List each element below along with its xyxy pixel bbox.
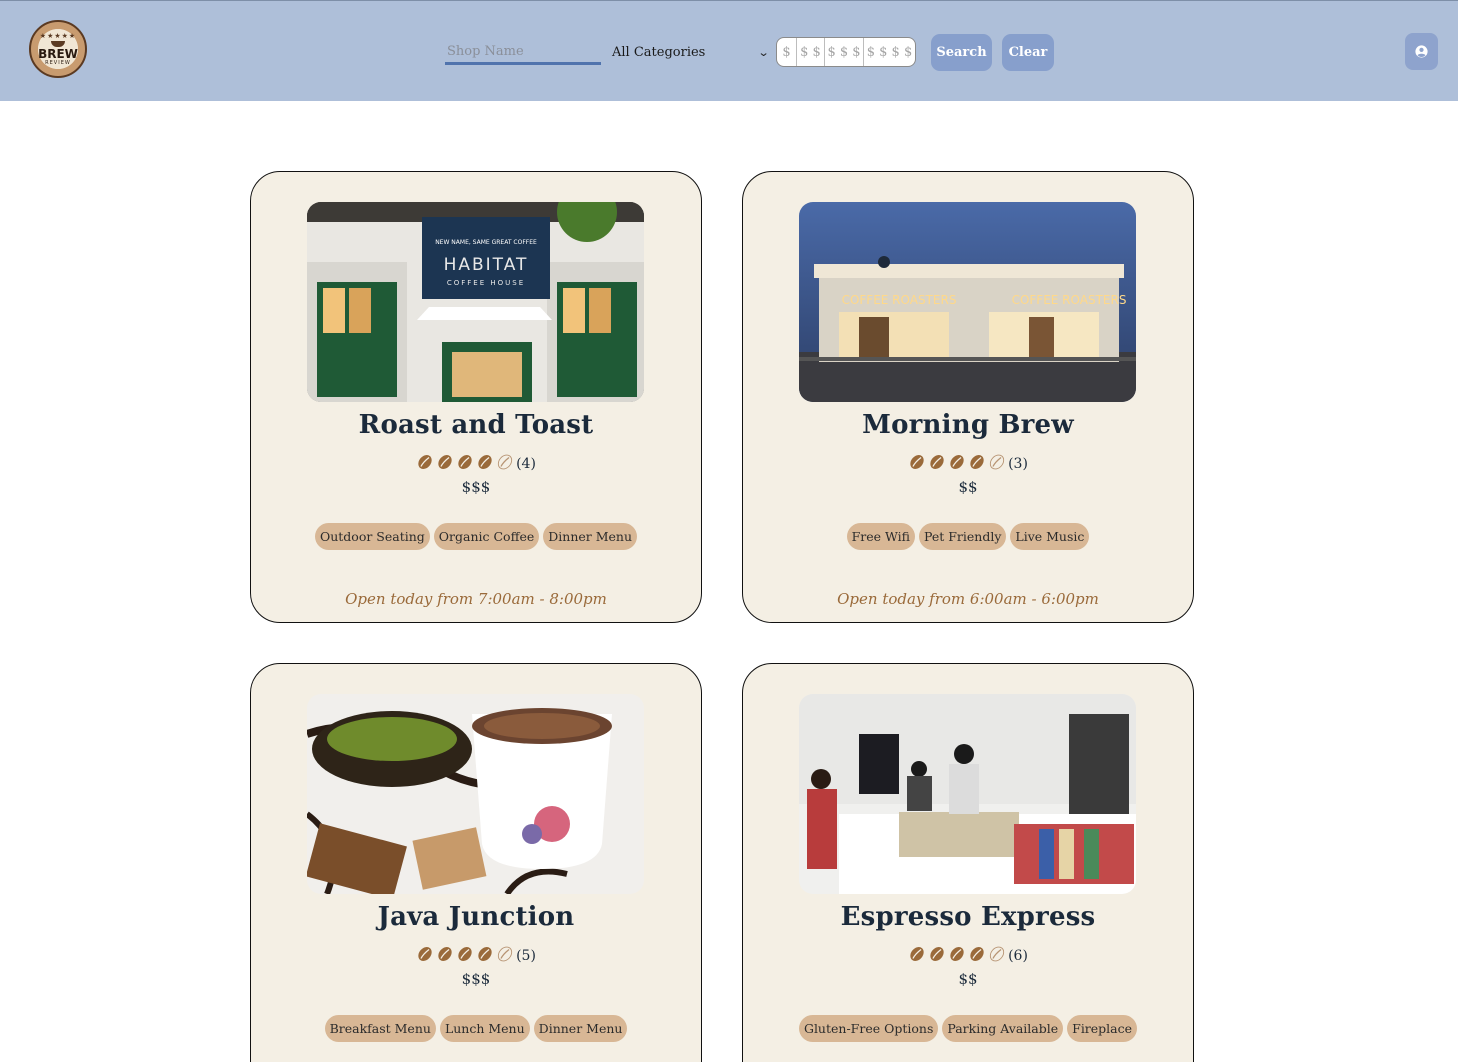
svg-text:COFFEE ROASTERS: COFFEE ROASTERS — [842, 293, 957, 307]
shop-photo: COFFEE ROASTERS COFFEE ROASTERS — [799, 202, 1136, 402]
shop-photo: NEW NAME, SAME GREAT COFFEE HABITAT COFF… — [307, 202, 644, 402]
price-level: $$ — [958, 970, 978, 988]
shop-card[interactable]: COFFEE ROASTERS COFFEE ROASTERS Morning … — [742, 171, 1194, 623]
shop-card[interactable]: Java Junction (5) $$$ Breakfast Menu Lun… — [250, 663, 702, 1062]
price-filter-4[interactable]: $ $ $ $ — [864, 38, 915, 66]
coffee-bean-filled-icon — [438, 455, 452, 469]
amenity-tag: Free Wifi — [846, 523, 915, 550]
coffee-bean-filled-icon — [930, 455, 944, 469]
coffee-bean-filled-icon — [950, 455, 964, 469]
coffee-bean-filled-icon — [418, 455, 432, 469]
shop-name-search-input[interactable] — [445, 40, 601, 65]
amenity-tags: Free Wifi Pet Friendly Live Music — [743, 523, 1193, 550]
price-filter-3[interactable]: $ $ $ — [825, 38, 864, 66]
svg-text:HABITAT: HABITAT — [444, 255, 529, 275]
review-count: (3) — [1008, 456, 1028, 472]
coffee-bean-filled-icon — [930, 947, 944, 961]
review-count: (4) — [516, 456, 536, 472]
shop-card[interactable]: NEW NAME, SAME GREAT COFFEE HABITAT COFF… — [250, 171, 702, 623]
shop-name[interactable]: Espresso Express — [743, 902, 1193, 932]
coffee-bean-empty-icon — [497, 454, 513, 470]
amenity-tag: Organic Coffee — [433, 523, 540, 550]
price-filter-group: $ $ $ $ $ $ $ $ $ $ — [776, 37, 916, 67]
coffee-bean-filled-icon — [910, 947, 924, 961]
review-count: (6) — [1008, 948, 1028, 964]
category-select[interactable]: All Categories ⌄ — [609, 39, 771, 65]
coffee-bean-empty-icon — [989, 946, 1005, 962]
amenity-tags: Breakfast Menu Lunch Menu Dinner Menu — [251, 1015, 701, 1042]
bean-rating: (3) — [743, 452, 1193, 472]
coffee-bean-filled-icon — [910, 455, 924, 469]
amenity-tag: Parking Available — [942, 1015, 1064, 1042]
amenity-tag: Fireplace — [1067, 1015, 1138, 1042]
amenity-tag: Gluten-Free Options — [798, 1015, 939, 1042]
coffee-bean-filled-icon — [478, 455, 492, 469]
coffee-bean-filled-icon — [970, 455, 984, 469]
coffee-bean-filled-icon — [458, 455, 472, 469]
amenity-tag: Dinner Menu — [533, 1015, 628, 1042]
search-button[interactable]: Search — [931, 34, 992, 71]
logo-subtext: REVIEW — [45, 59, 71, 66]
svg-text:COFFEE HOUSE: COFFEE HOUSE — [447, 279, 525, 287]
amenity-tag: Lunch Menu — [439, 1015, 530, 1042]
user-profile-button[interactable] — [1405, 33, 1438, 70]
bean-rating: (4) — [251, 452, 701, 472]
coffee-bean-filled-icon — [418, 947, 432, 961]
amenity-tag: Outdoor Seating — [314, 523, 430, 550]
brew-review-logo[interactable]: ★★★★★ BREW REVIEW — [29, 20, 87, 78]
amenity-tag: Breakfast Menu — [324, 1015, 436, 1042]
shop-card[interactable]: Espresso Express (6) $$ Gluten-Free Opti… — [742, 663, 1194, 1062]
price-level: $$ — [958, 478, 978, 496]
amenity-tags: Outdoor Seating Organic Coffee Dinner Me… — [251, 523, 701, 550]
shop-name[interactable]: Java Junction — [251, 902, 701, 932]
category-select-value: All Categories — [612, 44, 706, 60]
amenity-tag: Pet Friendly — [918, 523, 1007, 550]
price-level: $$$ — [461, 970, 491, 988]
chevron-down-icon: ⌄ — [757, 45, 770, 59]
coffee-bean-filled-icon — [970, 947, 984, 961]
shop-photo — [307, 694, 644, 894]
coffee-bean-filled-icon — [478, 947, 492, 961]
price-level: $$$ — [461, 478, 491, 496]
price-filter-1[interactable]: $ — [777, 38, 797, 66]
shop-name[interactable]: Morning Brew — [743, 410, 1193, 440]
amenity-tags: Gluten-Free Options Parking Available Fi… — [743, 1015, 1193, 1042]
coffee-bean-filled-icon — [458, 947, 472, 961]
coffee-bean-filled-icon — [950, 947, 964, 961]
shop-name[interactable]: Roast and Toast — [251, 410, 701, 440]
clear-button[interactable]: Clear — [1002, 34, 1054, 71]
opening-hours: Open today from 7:00am - 8:00pm — [345, 590, 607, 608]
logo-coffee-cup-icon — [51, 40, 65, 47]
svg-text:COFFEE ROASTERS: COFFEE ROASTERS — [1012, 293, 1127, 307]
user-circle-icon — [1415, 45, 1428, 58]
coffee-bean-filled-icon — [438, 947, 452, 961]
logo-stars-icon: ★★★★★ — [39, 31, 77, 40]
bean-rating: (6) — [743, 944, 1193, 964]
shop-photo — [799, 694, 1136, 894]
coffee-bean-empty-icon — [989, 454, 1005, 470]
amenity-tag: Dinner Menu — [543, 523, 638, 550]
opening-hours: Open today from 6:00am - 6:00pm — [837, 590, 1099, 608]
review-count: (5) — [516, 948, 536, 964]
price-filter-2[interactable]: $ $ — [797, 38, 825, 66]
logo-text: BREW — [38, 46, 78, 61]
coffee-bean-empty-icon — [497, 946, 513, 962]
svg-text:NEW NAME, SAME GREAT COFFEE: NEW NAME, SAME GREAT COFFEE — [435, 239, 537, 246]
bean-rating: (5) — [251, 944, 701, 964]
top-nav-bar: ★★★★★ BREW REVIEW All Categories ⌄ $ $ $… — [0, 0, 1458, 101]
amenity-tag: Live Music — [1010, 523, 1090, 550]
